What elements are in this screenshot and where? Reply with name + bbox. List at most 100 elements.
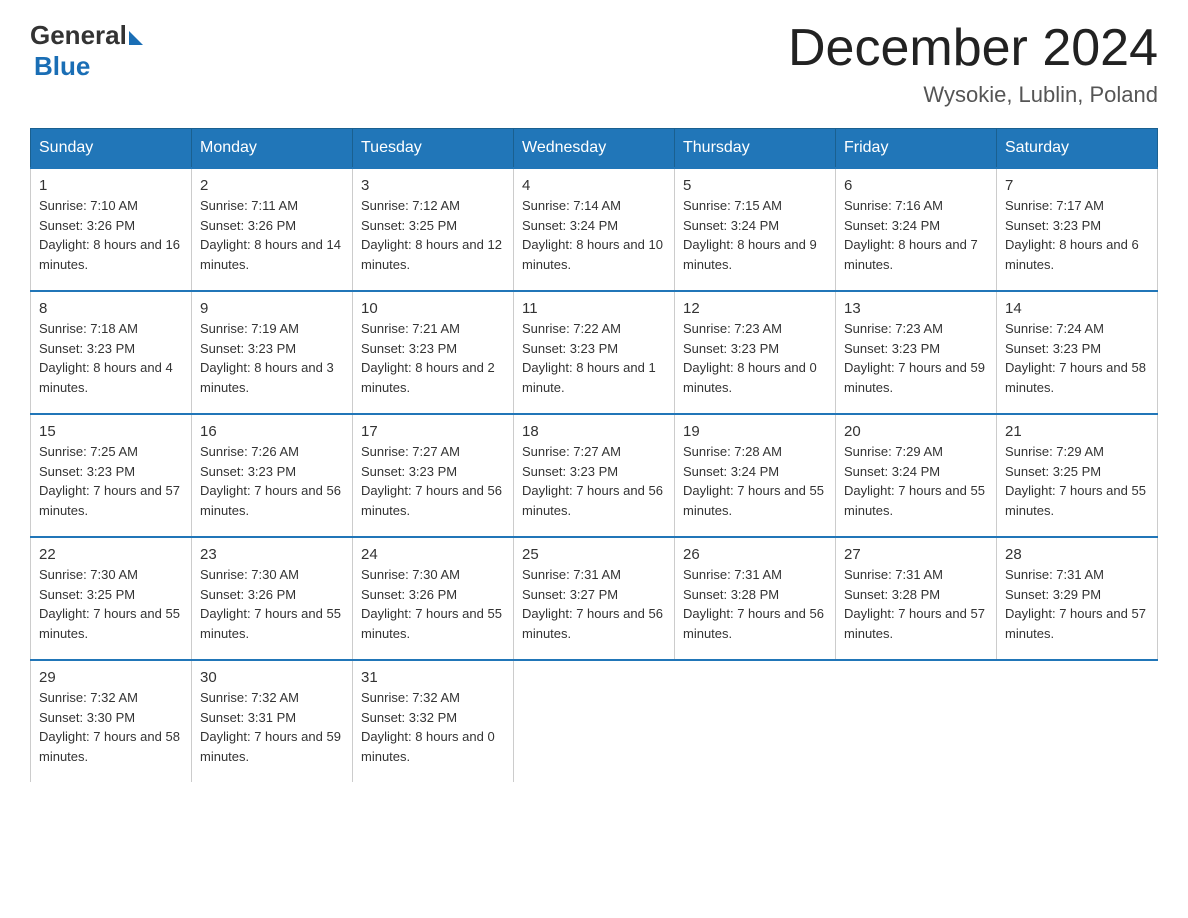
sunrise-label: Sunrise: 7:29 AM	[844, 444, 943, 459]
sunrise-label: Sunrise: 7:31 AM	[522, 567, 621, 582]
sunrise-label: Sunrise: 7:19 AM	[200, 321, 299, 336]
daylight-label: Daylight: 7 hours and 56 minutes.	[200, 483, 341, 518]
week-row-5: 29 Sunrise: 7:32 AM Sunset: 3:30 PM Dayl…	[31, 660, 1158, 782]
day-info: Sunrise: 7:25 AM Sunset: 3:23 PM Dayligh…	[39, 442, 183, 520]
day-number: 25	[522, 546, 666, 563]
table-row: 6 Sunrise: 7:16 AM Sunset: 3:24 PM Dayli…	[836, 168, 997, 291]
week-row-2: 8 Sunrise: 7:18 AM Sunset: 3:23 PM Dayli…	[31, 291, 1158, 414]
page-header: General Blue December 2024 Wysokie, Lubl…	[30, 20, 1158, 108]
day-number: 1	[39, 177, 183, 194]
sunrise-label: Sunrise: 7:27 AM	[522, 444, 621, 459]
col-friday: Friday	[836, 129, 997, 169]
sunrise-label: Sunrise: 7:24 AM	[1005, 321, 1104, 336]
day-info: Sunrise: 7:17 AM Sunset: 3:23 PM Dayligh…	[1005, 196, 1149, 274]
day-number: 17	[361, 423, 505, 440]
table-row: 26 Sunrise: 7:31 AM Sunset: 3:28 PM Dayl…	[675, 537, 836, 660]
daylight-label: Daylight: 7 hours and 59 minutes.	[200, 729, 341, 764]
day-number: 29	[39, 669, 183, 686]
table-row	[836, 660, 997, 782]
daylight-label: Daylight: 7 hours and 56 minutes.	[683, 606, 824, 641]
daylight-label: Daylight: 8 hours and 10 minutes.	[522, 237, 663, 272]
day-number: 11	[522, 300, 666, 317]
header-row: Sunday Monday Tuesday Wednesday Thursday…	[31, 129, 1158, 169]
daylight-label: Daylight: 7 hours and 58 minutes.	[1005, 360, 1146, 395]
daylight-label: Daylight: 8 hours and 12 minutes.	[361, 237, 502, 272]
col-thursday: Thursday	[675, 129, 836, 169]
day-info: Sunrise: 7:10 AM Sunset: 3:26 PM Dayligh…	[39, 196, 183, 274]
sunset-label: Sunset: 3:31 PM	[200, 710, 296, 725]
day-info: Sunrise: 7:30 AM Sunset: 3:25 PM Dayligh…	[39, 565, 183, 643]
sunrise-label: Sunrise: 7:22 AM	[522, 321, 621, 336]
day-number: 5	[683, 177, 827, 194]
col-sunday: Sunday	[31, 129, 192, 169]
table-row: 2 Sunrise: 7:11 AM Sunset: 3:26 PM Dayli…	[192, 168, 353, 291]
day-info: Sunrise: 7:28 AM Sunset: 3:24 PM Dayligh…	[683, 442, 827, 520]
table-row: 7 Sunrise: 7:17 AM Sunset: 3:23 PM Dayli…	[997, 168, 1158, 291]
day-info: Sunrise: 7:24 AM Sunset: 3:23 PM Dayligh…	[1005, 319, 1149, 397]
table-row: 20 Sunrise: 7:29 AM Sunset: 3:24 PM Dayl…	[836, 414, 997, 537]
sunset-label: Sunset: 3:24 PM	[683, 464, 779, 479]
table-row	[997, 660, 1158, 782]
day-number: 23	[200, 546, 344, 563]
sunrise-label: Sunrise: 7:30 AM	[200, 567, 299, 582]
sunset-label: Sunset: 3:24 PM	[844, 464, 940, 479]
table-row: 21 Sunrise: 7:29 AM Sunset: 3:25 PM Dayl…	[997, 414, 1158, 537]
day-info: Sunrise: 7:18 AM Sunset: 3:23 PM Dayligh…	[39, 319, 183, 397]
sunrise-label: Sunrise: 7:21 AM	[361, 321, 460, 336]
col-tuesday: Tuesday	[353, 129, 514, 169]
day-info: Sunrise: 7:23 AM Sunset: 3:23 PM Dayligh…	[683, 319, 827, 397]
day-number: 27	[844, 546, 988, 563]
day-number: 30	[200, 669, 344, 686]
sunset-label: Sunset: 3:28 PM	[683, 587, 779, 602]
sunset-label: Sunset: 3:23 PM	[522, 341, 618, 356]
sunrise-label: Sunrise: 7:14 AM	[522, 198, 621, 213]
table-row: 5 Sunrise: 7:15 AM Sunset: 3:24 PM Dayli…	[675, 168, 836, 291]
table-row: 12 Sunrise: 7:23 AM Sunset: 3:23 PM Dayl…	[675, 291, 836, 414]
day-info: Sunrise: 7:30 AM Sunset: 3:26 PM Dayligh…	[200, 565, 344, 643]
week-row-1: 1 Sunrise: 7:10 AM Sunset: 3:26 PM Dayli…	[31, 168, 1158, 291]
calendar-header: Sunday Monday Tuesday Wednesday Thursday…	[31, 129, 1158, 169]
sunset-label: Sunset: 3:24 PM	[844, 218, 940, 233]
daylight-label: Daylight: 8 hours and 2 minutes.	[361, 360, 495, 395]
logo-blue: Blue	[34, 51, 90, 81]
sunrise-label: Sunrise: 7:26 AM	[200, 444, 299, 459]
week-row-4: 22 Sunrise: 7:30 AM Sunset: 3:25 PM Dayl…	[31, 537, 1158, 660]
sunrise-label: Sunrise: 7:32 AM	[361, 690, 460, 705]
day-info: Sunrise: 7:32 AM Sunset: 3:30 PM Dayligh…	[39, 688, 183, 766]
sunrise-label: Sunrise: 7:32 AM	[39, 690, 138, 705]
day-number: 26	[683, 546, 827, 563]
table-row: 27 Sunrise: 7:31 AM Sunset: 3:28 PM Dayl…	[836, 537, 997, 660]
table-row: 8 Sunrise: 7:18 AM Sunset: 3:23 PM Dayli…	[31, 291, 192, 414]
sunrise-label: Sunrise: 7:30 AM	[39, 567, 138, 582]
sunset-label: Sunset: 3:24 PM	[522, 218, 618, 233]
day-number: 8	[39, 300, 183, 317]
table-row: 17 Sunrise: 7:27 AM Sunset: 3:23 PM Dayl…	[353, 414, 514, 537]
sunset-label: Sunset: 3:23 PM	[1005, 218, 1101, 233]
day-info: Sunrise: 7:29 AM Sunset: 3:25 PM Dayligh…	[1005, 442, 1149, 520]
day-number: 12	[683, 300, 827, 317]
sunrise-label: Sunrise: 7:18 AM	[39, 321, 138, 336]
day-info: Sunrise: 7:31 AM Sunset: 3:28 PM Dayligh…	[683, 565, 827, 643]
sunset-label: Sunset: 3:23 PM	[39, 464, 135, 479]
logo-text: General	[30, 20, 143, 51]
sunrise-label: Sunrise: 7:16 AM	[844, 198, 943, 213]
day-info: Sunrise: 7:21 AM Sunset: 3:23 PM Dayligh…	[361, 319, 505, 397]
sunset-label: Sunset: 3:23 PM	[1005, 341, 1101, 356]
sunset-label: Sunset: 3:26 PM	[39, 218, 135, 233]
sunset-label: Sunset: 3:27 PM	[522, 587, 618, 602]
table-row: 11 Sunrise: 7:22 AM Sunset: 3:23 PM Dayl…	[514, 291, 675, 414]
daylight-label: Daylight: 8 hours and 0 minutes.	[683, 360, 817, 395]
table-row: 13 Sunrise: 7:23 AM Sunset: 3:23 PM Dayl…	[836, 291, 997, 414]
sunset-label: Sunset: 3:25 PM	[361, 218, 457, 233]
calendar-subtitle: Wysokie, Lublin, Poland	[788, 82, 1158, 108]
daylight-label: Daylight: 8 hours and 1 minute.	[522, 360, 656, 395]
daylight-label: Daylight: 7 hours and 55 minutes.	[200, 606, 341, 641]
calendar-body: 1 Sunrise: 7:10 AM Sunset: 3:26 PM Dayli…	[31, 168, 1158, 782]
table-row: 14 Sunrise: 7:24 AM Sunset: 3:23 PM Dayl…	[997, 291, 1158, 414]
daylight-label: Daylight: 8 hours and 0 minutes.	[361, 729, 495, 764]
title-section: December 2024 Wysokie, Lublin, Poland	[788, 20, 1158, 108]
daylight-label: Daylight: 8 hours and 9 minutes.	[683, 237, 817, 272]
table-row: 15 Sunrise: 7:25 AM Sunset: 3:23 PM Dayl…	[31, 414, 192, 537]
day-info: Sunrise: 7:27 AM Sunset: 3:23 PM Dayligh…	[522, 442, 666, 520]
day-number: 4	[522, 177, 666, 194]
